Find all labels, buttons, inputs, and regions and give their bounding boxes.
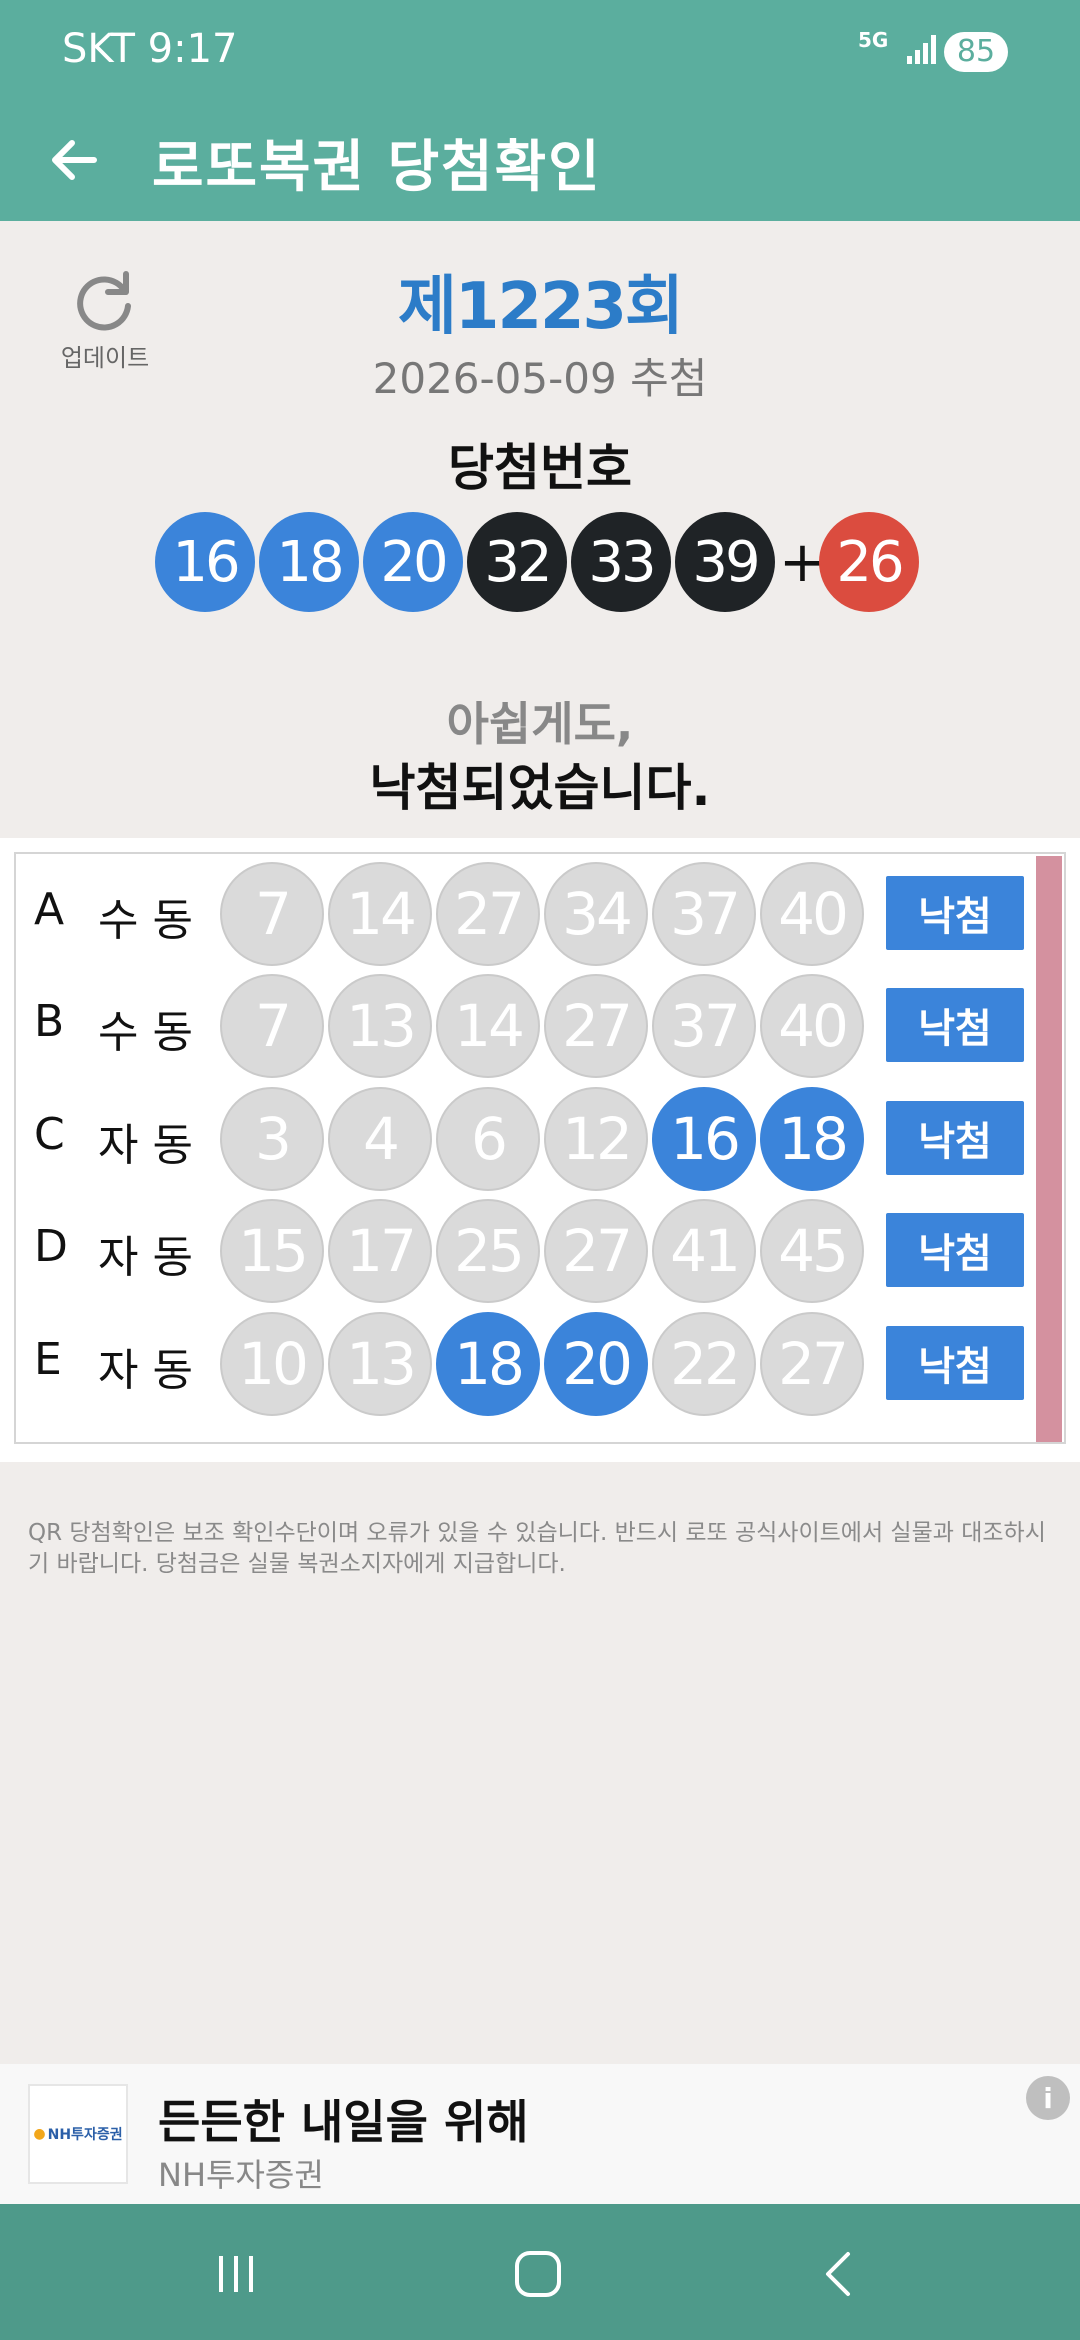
- ticket-number: 14: [328, 862, 432, 966]
- line-mode: 자동: [98, 1345, 207, 1396]
- lotto-ticket: A 수동 7 14 27 34 37 40 낙첨 B 수동 7 13 14 27…: [14, 852, 1066, 1444]
- ad-info-icon[interactable]: i: [1026, 2076, 1070, 2120]
- ticket-number: 14: [436, 974, 540, 1078]
- ticket-number: 45: [760, 1199, 864, 1303]
- ticket-number: 27: [760, 1312, 864, 1416]
- ticket-number: 20: [544, 1312, 648, 1416]
- ad-headline: 든든한 내일을 위해: [158, 2095, 529, 2149]
- ticket-number: 40: [760, 974, 864, 1078]
- ticket-number: 7: [220, 974, 324, 1078]
- ticket-number: 25: [436, 1199, 540, 1303]
- ticket-number: 3: [220, 1087, 324, 1191]
- winning-ball: 18: [259, 512, 359, 612]
- line-letter: D: [34, 1221, 68, 1272]
- ticket-number: 6: [436, 1087, 540, 1191]
- advertiser-logo: ● NH투자증권: [28, 2084, 128, 2184]
- ticket-number: 41: [652, 1199, 756, 1303]
- app-bar: 로또복권 당첨확인: [0, 100, 1080, 221]
- ticket-number: 12: [544, 1087, 648, 1191]
- result-button-a[interactable]: 낙첨: [886, 876, 1024, 950]
- winning-ball: 32: [467, 512, 567, 612]
- bonus-ball: 26: [819, 512, 919, 612]
- ticket-number: 34: [544, 862, 648, 966]
- winning-numbers-title: 당첨번호: [448, 439, 632, 497]
- ticket-line-e: E 자동 10 13 18 20 22 27 낙첨: [16, 1306, 1036, 1418]
- ticket-number: 27: [436, 862, 540, 966]
- ticket-number: 18: [760, 1087, 864, 1191]
- system-nav-bar: [0, 2204, 1080, 2340]
- back-icon[interactable]: [810, 2244, 870, 2304]
- winning-ball: 39: [675, 512, 775, 612]
- ticket-number: 40: [760, 862, 864, 966]
- result-button-c[interactable]: 낙첨: [886, 1101, 1024, 1175]
- result-message-line2: 낙첨되었습니다.: [369, 759, 711, 817]
- ticket-line-b: B 수동 7 13 14 27 37 40 낙첨: [16, 968, 1036, 1080]
- line-mode: 수동: [98, 895, 207, 946]
- ticket-line-a: A 수동 7 14 27 34 37 40 낙첨: [16, 856, 1036, 968]
- winning-numbers-row: 16 18 20 32 33 39 + 26: [155, 510, 923, 614]
- ticket-number: 37: [652, 974, 756, 1078]
- ticket-number: 10: [220, 1312, 324, 1416]
- line-mode: 수동: [98, 1007, 207, 1058]
- recent-apps-icon[interactable]: [206, 2244, 266, 2304]
- ticket-number: 7: [220, 862, 324, 966]
- ticket-number: 15: [220, 1199, 324, 1303]
- ad-advertiser: NH투자증권: [158, 2156, 324, 2194]
- line-letter: B: [34, 996, 65, 1047]
- line-letter: C: [34, 1109, 65, 1160]
- result-message-line1: 아쉽게도,: [446, 697, 634, 751]
- signal-icon: [907, 35, 936, 64]
- ticket-number: 4: [328, 1087, 432, 1191]
- line-numbers: 3 4 6 12 16 18: [220, 1087, 868, 1191]
- result-button-d[interactable]: 낙첨: [886, 1213, 1024, 1287]
- network-5g-icon: 5G: [858, 28, 889, 52]
- line-letter: E: [34, 1334, 62, 1385]
- line-letter: A: [34, 884, 65, 935]
- ticket-line-c: C 자동 3 4 6 12 16 18 낙첨: [16, 1081, 1036, 1193]
- ticket-section: A 수동 7 14 27 34 37 40 낙첨 B 수동 7 13 14 27…: [0, 838, 1080, 1462]
- winning-ball: 33: [571, 512, 671, 612]
- ticket-edge-stripe: [1036, 856, 1062, 1442]
- logo-text: NH투자증권: [47, 2127, 123, 2143]
- line-numbers: 7 14 27 34 37 40: [220, 862, 868, 966]
- ticket-number: 18: [436, 1312, 540, 1416]
- winning-ball: 16: [155, 512, 255, 612]
- line-numbers: 7 13 14 27 37 40: [220, 974, 868, 1078]
- home-icon[interactable]: [508, 2244, 568, 2304]
- ticket-number: 16: [652, 1087, 756, 1191]
- ad-banner[interactable]: ● NH투자증권 든든한 내일을 위해 NH투자증권 i: [0, 2064, 1080, 2204]
- ticket-number: 17: [328, 1199, 432, 1303]
- result-button-e[interactable]: 낙첨: [886, 1326, 1024, 1400]
- ticket-number: 22: [652, 1312, 756, 1416]
- back-arrow-icon[interactable]: [44, 130, 104, 190]
- draw-number: 제1223회: [398, 270, 684, 344]
- ticket-number: 27: [544, 1199, 648, 1303]
- result-button-b[interactable]: 낙첨: [886, 988, 1024, 1062]
- line-numbers: 15 17 25 27 41 45: [220, 1199, 868, 1303]
- line-numbers: 10 13 18 20 22 27: [220, 1312, 868, 1416]
- status-bar: SKT 9:17 5G 85: [0, 0, 1080, 100]
- logo-mark-icon: ●: [33, 2126, 46, 2142]
- status-carrier-time: SKT 9:17: [62, 26, 238, 72]
- draw-date: 2026-05-09 추첨: [372, 354, 708, 403]
- plus-sign: +: [779, 529, 826, 595]
- disclaimer-notice: QR 당첨확인은 보조 확인수단이며 오류가 있을 수 있습니다. 반드시 로또…: [28, 1520, 1046, 1577]
- battery-indicator: 85: [944, 32, 1008, 72]
- ticket-number: 13: [328, 974, 432, 1078]
- ticket-number: 13: [328, 1312, 432, 1416]
- line-mode: 자동: [98, 1120, 207, 1171]
- ticket-number: 37: [652, 862, 756, 966]
- page-title: 로또복권 당첨확인: [152, 135, 602, 200]
- winning-ball: 20: [363, 512, 463, 612]
- line-mode: 자동: [98, 1232, 207, 1283]
- ticket-number: 27: [544, 974, 648, 1078]
- ticket-line-d: D 자동 15 17 25 27 41 45 낙첨: [16, 1193, 1036, 1305]
